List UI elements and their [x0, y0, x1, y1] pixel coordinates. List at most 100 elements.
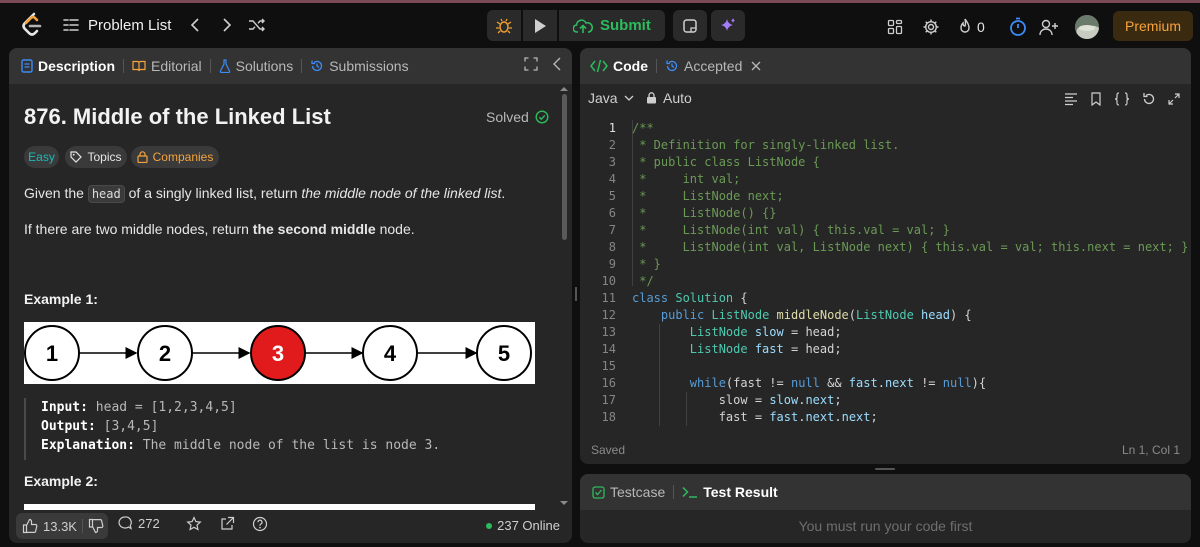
- explanation-value: The middle node of the list is node 3.: [134, 438, 441, 453]
- list-node: 4: [362, 325, 418, 381]
- grid-layout-icon: [887, 19, 903, 35]
- submit-button[interactable]: Submit: [559, 10, 665, 41]
- invite-user-button[interactable]: [1038, 16, 1060, 38]
- tab-editorial[interactable]: Editorial: [132, 58, 202, 74]
- format-align-icon[interactable]: [1064, 92, 1078, 106]
- example-input: Input: head = [1,2,3,4,5]: [41, 398, 535, 417]
- layout-button[interactable]: [885, 17, 905, 37]
- line-number: 15: [601, 359, 616, 373]
- chevron-left-icon: [191, 18, 199, 32]
- tab-submissions[interactable]: Submissions: [310, 58, 409, 74]
- checkbox-icon: [592, 485, 605, 499]
- scroll-up-arrow-icon[interactable]: [559, 86, 569, 92]
- random-problem-button[interactable]: [247, 15, 267, 35]
- vertical-splitter[interactable]: [575, 287, 577, 301]
- problem-list-icon: [63, 19, 79, 31]
- terminal-icon: [682, 486, 698, 498]
- star-icon: [186, 516, 202, 531]
- debug-button[interactable]: [487, 10, 521, 41]
- text: .: [501, 185, 506, 201]
- tab-testcase[interactable]: Testcase: [592, 484, 665, 500]
- tab-test-result[interactable]: Test Result: [682, 484, 778, 500]
- node-label: 3: [272, 341, 284, 366]
- chevron-right-icon: [223, 18, 232, 32]
- expand-icon[interactable]: [1168, 93, 1180, 105]
- history-icon: [666, 60, 678, 72]
- description-scrollbar[interactable]: [562, 94, 567, 240]
- text: of a singly linked list, return: [124, 185, 302, 201]
- online-dot: [486, 522, 493, 529]
- editor-actions: [1064, 92, 1180, 106]
- code-editor[interactable]: 1/** 2 * Definition for singly-linked li…: [580, 118, 1191, 430]
- test-tabs: Testcase Test Result: [580, 474, 1191, 510]
- line-number: 7: [608, 223, 616, 237]
- ai-assist-button[interactable]: [710, 10, 745, 41]
- text: Given the: [24, 185, 88, 201]
- tab-testcase-label: Testcase: [610, 484, 666, 500]
- topics-button[interactable]: Topics: [65, 146, 127, 168]
- companies-label: Companies: [152, 150, 214, 164]
- thumbs-up-icon[interactable]: [22, 518, 38, 534]
- problem-title[interactable]: 876. Middle of the Linked List: [24, 104, 331, 130]
- notes-button[interactable]: [672, 10, 707, 41]
- line-number: 5: [608, 189, 616, 203]
- run-button[interactable]: [523, 10, 557, 41]
- tab-accepted[interactable]: Accepted: [665, 58, 761, 74]
- avatar-image-icon: [1075, 15, 1099, 39]
- document-icon: [21, 59, 33, 73]
- thumbs-down-icon[interactable]: [88, 518, 104, 534]
- example-output: Output: [3,4,5]: [41, 417, 535, 436]
- problem-list-link[interactable]: Problem List: [88, 17, 171, 34]
- leetcode-logo-icon[interactable]: [20, 12, 44, 38]
- play-icon: [535, 18, 546, 33]
- language-select[interactable]: Java: [588, 90, 634, 106]
- auto-mode-toggle[interactable]: Auto: [646, 90, 692, 106]
- line-number: 4: [608, 172, 616, 186]
- tab-solutions[interactable]: Solutions: [219, 58, 293, 74]
- tab-description[interactable]: Description: [21, 58, 115, 74]
- favorite-button[interactable]: [186, 516, 202, 532]
- stopwatch-icon: [1010, 17, 1026, 36]
- comments-button[interactable]: 272: [117, 515, 160, 531]
- line-number: 1: [608, 121, 616, 135]
- premium-button[interactable]: Premium: [1113, 11, 1193, 41]
- test-panel: Testcase Test Result You must run your c…: [580, 474, 1191, 543]
- curly-braces-icon[interactable]: [1114, 92, 1130, 106]
- tab-description-label: Description: [38, 58, 116, 74]
- next-problem-button[interactable]: [217, 15, 237, 35]
- scroll-down-arrow-icon[interactable]: [559, 500, 569, 506]
- streak-counter[interactable]: 0: [958, 16, 985, 38]
- explanation-label: Explanation:: [41, 438, 135, 453]
- linked-list-diagram: 1 2 3 4 5: [24, 322, 535, 384]
- add-user-icon: [1039, 19, 1058, 36]
- difficulty-label: Easy: [28, 150, 55, 164]
- example-1-box: Input: head = [1,2,3,4,5] Output: [3,4,5…: [24, 398, 535, 460]
- shuffle-icon: [249, 18, 266, 32]
- tab-code[interactable]: Code: [590, 58, 648, 74]
- close-icon[interactable]: [751, 61, 761, 71]
- collapse-left-icon[interactable]: [552, 57, 562, 71]
- comment-count: 272: [138, 515, 160, 531]
- horizontal-splitter[interactable]: [875, 468, 895, 470]
- settings-button[interactable]: [921, 17, 941, 37]
- avatar[interactable]: [1075, 15, 1099, 39]
- bookmark-icon[interactable]: [1090, 92, 1102, 106]
- line-number: 10: [601, 274, 616, 288]
- line-number: 16: [601, 376, 616, 390]
- cloud-upload-icon: [573, 18, 593, 33]
- maximize-icon[interactable]: [524, 57, 538, 71]
- like-count: 13.3K: [43, 518, 77, 534]
- companies-button[interactable]: Companies: [131, 146, 219, 168]
- line-number: 2: [608, 138, 616, 152]
- prev-problem-button[interactable]: [185, 15, 205, 35]
- reset-icon[interactable]: [1142, 92, 1156, 106]
- help-button[interactable]: [252, 516, 268, 532]
- text: If there are two middle nodes, return: [24, 221, 253, 237]
- tab-separator: [673, 485, 675, 499]
- share-button[interactable]: [219, 516, 235, 532]
- text: node.: [375, 221, 415, 237]
- inline-code: head: [87, 185, 125, 203]
- timer-button[interactable]: [1007, 16, 1029, 38]
- tab-separator: [656, 59, 657, 73]
- chevron-down-icon: [624, 95, 634, 101]
